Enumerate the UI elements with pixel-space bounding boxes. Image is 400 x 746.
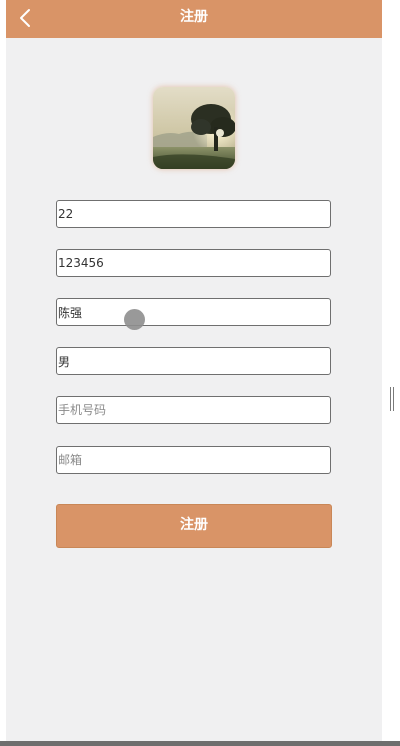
phone-input[interactable]	[56, 396, 331, 424]
header-bar: 注册	[6, 0, 382, 38]
landscape-tree-photo	[153, 87, 235, 169]
password-input[interactable]	[56, 249, 331, 277]
page-title: 注册	[180, 9, 208, 25]
gender-input[interactable]	[56, 347, 331, 375]
scrollbar-handle[interactable]	[390, 387, 394, 411]
register-button[interactable]: 注册	[56, 504, 332, 548]
bottom-edge-bar	[0, 741, 400, 746]
email-input[interactable]	[56, 446, 331, 474]
account-input[interactable]	[56, 200, 331, 228]
avatar[interactable]	[153, 87, 235, 169]
app-screen: 注册 22 123456 陈强 男 手机号码 邮箱 注册	[6, 0, 382, 742]
name-input[interactable]	[56, 298, 331, 326]
touch-indicator	[124, 309, 145, 330]
